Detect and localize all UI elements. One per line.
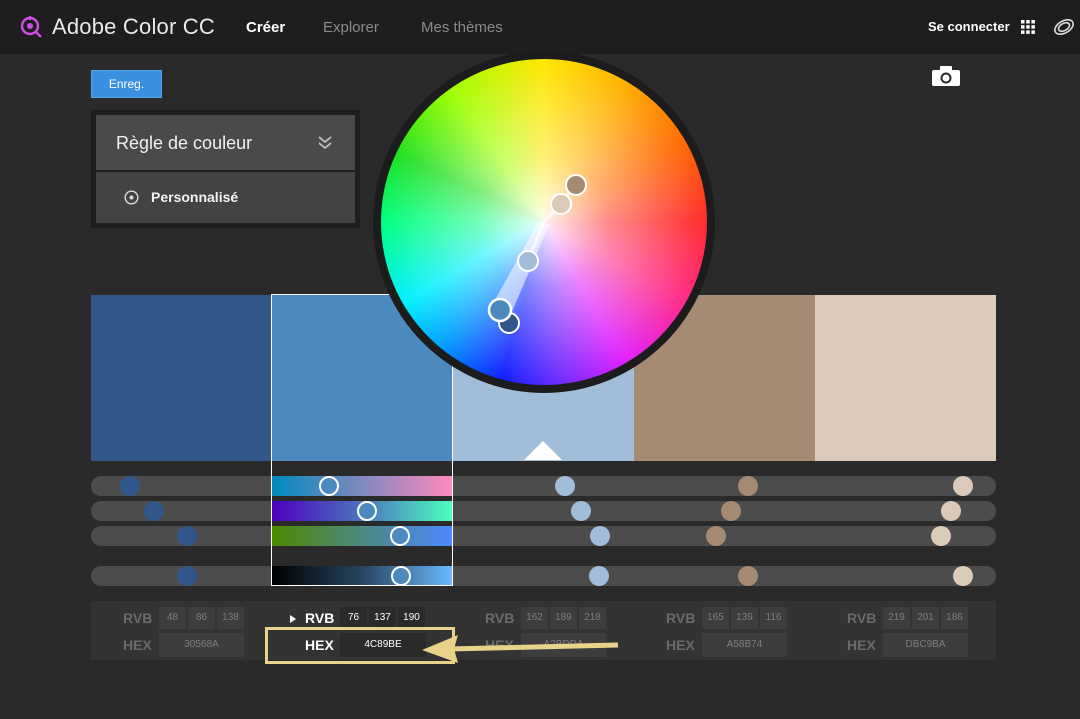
red-value[interactable]: 219 xyxy=(883,607,910,629)
blue-value[interactable]: 190 xyxy=(398,607,425,629)
slider-knob[interactable] xyxy=(706,526,726,546)
save-button[interactable]: Enreg. xyxy=(91,70,162,98)
nav-my-themes[interactable]: Mes thèmes xyxy=(421,19,503,36)
green-value[interactable]: 86 xyxy=(188,607,215,629)
double-chevron-down-icon[interactable] xyxy=(316,133,334,151)
pointer-arrow-icon xyxy=(422,635,619,663)
color-rule-option-row[interactable]: Personnalisé xyxy=(96,172,355,223)
slider-knob[interactable] xyxy=(571,501,591,521)
slider-knob[interactable] xyxy=(120,476,140,496)
blue-value[interactable]: 116 xyxy=(760,607,787,629)
hex-value[interactable]: 4C89BE xyxy=(340,633,426,657)
radio-selected-icon[interactable] xyxy=(124,190,139,205)
hex-label: HEX xyxy=(666,637,695,653)
color-rule-title: Règle de couleur xyxy=(116,133,253,153)
green-value[interactable]: 189 xyxy=(550,607,577,629)
slider-knob[interactable] xyxy=(177,526,197,546)
color-wheel-logo-icon[interactable] xyxy=(18,14,44,40)
slider-knob[interactable] xyxy=(931,526,951,546)
slider-knob-active[interactable] xyxy=(390,526,410,546)
creative-cloud-icon[interactable] xyxy=(1053,16,1075,38)
hex-value[interactable]: 30568A xyxy=(159,633,244,657)
nav-explore[interactable]: Explorer xyxy=(323,19,379,36)
rgb-label: RVB xyxy=(847,610,877,626)
color-rule-option-custom: Personnalisé xyxy=(151,189,239,205)
hex-label: HEX xyxy=(847,637,876,653)
hex-value[interactable]: DBC9BA xyxy=(883,633,968,657)
hex-value[interactable]: A58B74 xyxy=(702,633,787,657)
red-value[interactable]: 165 xyxy=(702,607,729,629)
blue-value[interactable]: 138 xyxy=(217,607,244,629)
rgb-label: RVB xyxy=(123,610,153,626)
blue-value[interactable]: 186 xyxy=(941,607,968,629)
signin-link[interactable]: Se connecter xyxy=(928,19,1010,34)
slider-knob[interactable] xyxy=(177,566,197,586)
slider-knob[interactable] xyxy=(941,501,961,521)
blue-slider-track[interactable] xyxy=(91,526,996,546)
nav-create[interactable]: Créer xyxy=(246,19,285,36)
color-wheel-handles xyxy=(487,174,587,334)
slider-knob[interactable] xyxy=(590,526,610,546)
green-value[interactable]: 137 xyxy=(369,607,396,629)
wheel-handle[interactable] xyxy=(565,174,587,196)
grid-apps-icon[interactable] xyxy=(1021,20,1035,34)
rgb-label: RVB xyxy=(666,610,696,626)
color-swatch-1[interactable] xyxy=(91,295,272,461)
slider-knob[interactable] xyxy=(555,476,575,496)
brightness-slider-gradient[interactable] xyxy=(272,566,452,586)
slider-knob[interactable] xyxy=(953,566,973,586)
green-value[interactable]: 139 xyxy=(731,607,758,629)
color-wheel[interactable] xyxy=(373,51,715,393)
brightness-slider-track[interactable] xyxy=(91,566,996,586)
red-slider-gradient[interactable] xyxy=(272,476,452,496)
wheel-handle[interactable] xyxy=(550,193,572,215)
red-value[interactable]: 162 xyxy=(521,607,548,629)
wheel-handle[interactable] xyxy=(517,250,539,272)
expand-triangle-icon[interactable] xyxy=(289,614,297,624)
color-rule-panel: Règle de couleur Personnalisé xyxy=(91,110,360,228)
slider-knob[interactable] xyxy=(721,501,741,521)
color-rule-dropdown[interactable]: Règle de couleur xyxy=(96,115,355,170)
rgb-label: RVB xyxy=(485,610,515,626)
camera-icon[interactable] xyxy=(931,65,961,87)
red-value[interactable]: 76 xyxy=(340,607,367,629)
slider-knob[interactable] xyxy=(589,566,609,586)
slider-knob-active[interactable] xyxy=(391,566,411,586)
slider-knob[interactable] xyxy=(738,566,758,586)
hex-label: HEX xyxy=(305,637,334,653)
rgb-label: RVB xyxy=(305,610,335,626)
blue-value[interactable]: 218 xyxy=(579,607,606,629)
hex-label: HEX xyxy=(123,637,152,653)
red-value[interactable]: 48 xyxy=(159,607,186,629)
slider-knob[interactable] xyxy=(144,501,164,521)
green-slider-track[interactable] xyxy=(91,501,996,521)
top-bar: Adobe Color CC Créer Explorer Mes thèmes… xyxy=(0,0,1080,54)
slider-knob[interactable] xyxy=(738,476,758,496)
slider-knob-active[interactable] xyxy=(319,476,339,496)
app-title: Adobe Color CC xyxy=(52,14,215,39)
blue-slider-gradient[interactable] xyxy=(272,526,452,546)
red-slider-track[interactable] xyxy=(91,476,996,496)
slider-knob[interactable] xyxy=(953,476,973,496)
wheel-handle-base[interactable] xyxy=(487,297,513,323)
base-color-marker xyxy=(524,441,562,460)
color-swatch-5[interactable] xyxy=(815,295,996,461)
green-value[interactable]: 201 xyxy=(912,607,939,629)
slider-knob-active[interactable] xyxy=(357,501,377,521)
